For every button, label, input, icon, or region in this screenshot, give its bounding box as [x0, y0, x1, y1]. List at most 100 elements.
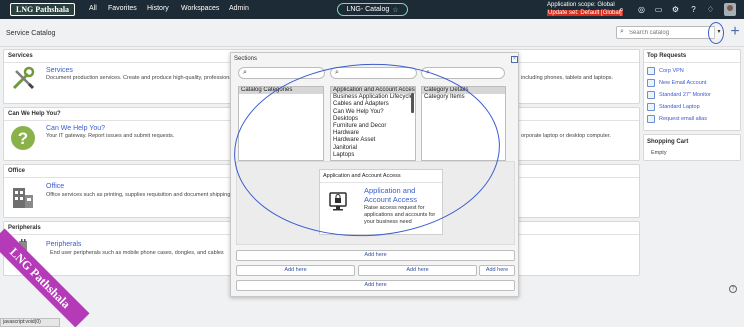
add-here-button[interactable]: Add here — [479, 265, 515, 276]
page-title: Service Catalog — [6, 30, 56, 37]
dialog-title: Sections — [234, 56, 258, 62]
top-requests-panel: Top Requests Corp VPN New Email Account … — [643, 49, 741, 131]
search-icon: ⌕ — [426, 69, 430, 76]
shopping-cart-panel: Shopping Cart Empty — [643, 134, 741, 161]
update-set-text[interactable]: Update set: Default [Global] — [547, 10, 623, 16]
question-icon: ? — [11, 126, 35, 150]
catalog-item-icon — [647, 79, 655, 87]
add-here-button[interactable]: Add here — [236, 265, 355, 276]
settings-icon[interactable]: ⚙ — [671, 5, 680, 14]
star-icon[interactable]: ☆ — [392, 6, 398, 14]
list-item[interactable]: Furniture and Decor — [331, 123, 415, 130]
category-description: Your IT gateway. Report issues and submi… — [46, 133, 175, 139]
category-link-peripherals[interactable]: Peripherals — [46, 241, 81, 248]
list-item[interactable]: Desktops — [331, 116, 415, 123]
catalog-item-icon — [647, 67, 655, 75]
chevron-down-icon[interactable]: ▾ — [714, 26, 723, 39]
category-description: Document production services. Create and… — [46, 75, 234, 81]
nav-admin[interactable]: Admin — [229, 5, 249, 12]
add-here-button[interactable]: Add here — [358, 265, 477, 276]
top-navigation-bar: LNG Pathshala All Favorites History Work… — [0, 0, 744, 19]
card-section-title: Peripherals — [8, 225, 41, 231]
search-icon: ⌕ — [243, 69, 247, 76]
category-link-can-we-help[interactable]: Can We Help You? — [46, 125, 105, 132]
top-request-item[interactable]: Request email alias — [647, 114, 707, 124]
detail-filter-input[interactable]: ⌕ — [421, 67, 505, 79]
category-description: End user peripherals such as mobile phon… — [50, 250, 224, 256]
catalog-item-icon — [647, 91, 655, 99]
catalog-search-input[interactable] — [629, 28, 709, 38]
sections-dialog: Sections × ⌕ ⌕ ⌕ Catalog Categories Appl… — [230, 52, 519, 297]
top-request-item[interactable]: Standard Laptop — [647, 102, 700, 112]
search-icon: ⌕ — [335, 69, 339, 76]
category-details-list[interactable]: Category Details Category Items — [421, 86, 506, 161]
category-filter-input[interactable]: ⌕ — [238, 67, 325, 79]
notifications-icon[interactable]: ♢ — [706, 5, 715, 14]
card-section-title: Can We Help You? — [8, 111, 61, 117]
wrench-screwdriver-icon — [12, 66, 35, 90]
help-icon[interactable]: ? — [729, 285, 737, 293]
list-item[interactable]: Application and Account Access — [331, 87, 415, 95]
top-request-item[interactable]: Corp VPN — [647, 66, 684, 76]
divider — [320, 182, 442, 183]
top-requests-title: Top Requests — [647, 53, 687, 59]
sections-list[interactable]: Application and Account Access Business … — [330, 86, 416, 161]
tile-item-name[interactable]: Application and Account Access — [364, 186, 434, 204]
catalog-search[interactable]: ⌕ — [616, 26, 723, 39]
list-item[interactable]: Category Details — [422, 87, 505, 95]
globe-icon[interactable]: ◎ — [637, 5, 646, 14]
list-item[interactable]: Janitorial — [331, 145, 415, 152]
section-preview: Application and Account Access Applicati… — [236, 161, 515, 245]
close-icon[interactable]: × — [511, 56, 518, 63]
help-icon[interactable]: ? — [689, 5, 698, 14]
svg-text:?: ? — [18, 129, 28, 148]
app-context-pill[interactable]: LNG- Catalog ☆ — [337, 3, 408, 16]
list-item[interactable]: Business Application Lifecycle — [331, 94, 415, 101]
app-context-label: LNG- Catalog — [346, 6, 390, 13]
shopping-cart-empty: Empty — [651, 150, 667, 156]
category-link-office[interactable]: Office — [46, 183, 64, 190]
list-item[interactable]: Hardware Asset — [331, 137, 415, 144]
category-description-right: orporate laptop or desktop computer. — [521, 133, 611, 139]
catalog-item-icon — [647, 115, 655, 123]
top-request-item[interactable]: Standard 27" Monitor — [647, 90, 711, 100]
card-section-title: Services — [8, 53, 33, 59]
list-item[interactable]: Hardware — [331, 130, 415, 137]
list-item[interactable]: Cables and Adapters — [331, 101, 415, 108]
scrollbar-thumb[interactable] — [411, 93, 414, 113]
nav-history[interactable]: History — [147, 5, 169, 12]
category-link-services[interactable]: Services — [46, 67, 73, 74]
add-content-button[interactable]: + — [727, 24, 743, 40]
list-item[interactable]: Laptops — [331, 152, 415, 159]
shopping-cart-title: Shopping Cart — [647, 139, 689, 145]
divider — [644, 62, 740, 63]
catalog-header: Service Catalog ⌕ ▾ + — [0, 19, 744, 47]
section-filter-input[interactable]: ⌕ — [330, 67, 417, 79]
add-here-button[interactable]: Add here — [236, 280, 515, 291]
chat-icon[interactable]: ▭ — [654, 5, 663, 14]
catalog-item-tile[interactable]: Application and Account Access Applicati… — [319, 169, 443, 235]
add-here-button[interactable]: Add here — [236, 250, 515, 261]
user-avatar[interactable] — [724, 3, 736, 16]
catalog-categories-list[interactable]: Catalog Categories — [238, 86, 324, 161]
top-request-item[interactable]: New Email Account — [647, 78, 706, 88]
tile-header: Application and Account Access — [323, 173, 401, 179]
list-item[interactable]: Catalog Categories — [239, 87, 323, 95]
tile-item-description: Raise access request for applications an… — [364, 205, 436, 225]
office-building-icon — [13, 188, 33, 208]
nav-workspaces[interactable]: Workspaces — [181, 5, 219, 12]
application-scope-text[interactable]: Application scope: Global — [547, 2, 615, 8]
status-bar-url: javascript:void(0) — [0, 318, 60, 327]
nav-all[interactable]: All — [89, 5, 97, 12]
lock-monitor-icon — [329, 192, 347, 211]
nav-favorites[interactable]: Favorites — [108, 5, 137, 12]
list-item[interactable]: Can We Help You? — [331, 109, 415, 116]
lng-pathshala-logo[interactable]: LNG Pathshala — [10, 3, 75, 16]
search-icon[interactable]: ⌕ — [617, 5, 626, 14]
category-description: Office services such as printing, suppli… — [46, 192, 231, 198]
category-description-right: including phones, tablets and laptops. — [521, 75, 614, 81]
search-icon: ⌕ — [620, 28, 624, 35]
catalog-item-icon — [647, 103, 655, 111]
card-section-title: Office — [8, 168, 26, 174]
list-item[interactable]: Category Items — [422, 94, 505, 101]
